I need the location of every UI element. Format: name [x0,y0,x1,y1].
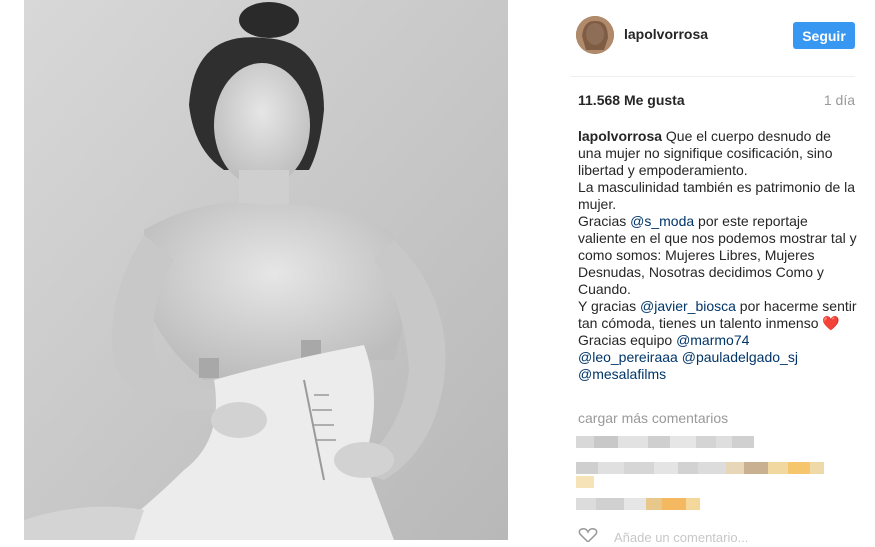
caption-text: Y gracias [578,298,640,314]
mention-link[interactable]: @mesalafilms [578,366,666,382]
action-bar: Añade un comentario... [578,528,855,545]
likes-count[interactable]: 11.568 Me gusta [578,92,685,108]
post-time[interactable]: 1 día [824,92,855,108]
caption-author[interactable]: lapolvorrosa [578,128,662,144]
mention-link[interactable]: @javier_biosca [640,298,736,314]
load-more-comments[interactable]: cargar más comentarios [578,410,728,426]
caption: lapolvorrosa Que el cuerpo desnudo de un… [578,128,858,383]
post-photo[interactable] [24,0,508,540]
blurred-comment [576,476,594,488]
mention-link[interactable]: @pauladelgado_sj [682,349,798,365]
blurred-comments [576,436,856,516]
blurred-comment [576,462,824,474]
post-image [24,0,508,540]
mention-link[interactable]: @leo_pereiraaa [578,349,678,365]
blurred-comment [576,436,754,448]
avatar[interactable] [576,16,614,54]
add-comment-input[interactable]: Añade un comentario... [614,530,748,545]
caption-text: Gracias equipo [578,332,677,348]
blurred-comment [576,498,700,510]
post-header: lapolvorrosa Seguir [570,0,855,77]
heart-emoji: ❤️ [822,315,840,331]
username[interactable]: lapolvorrosa [624,26,708,42]
mention-link[interactable]: @s_moda [630,213,694,229]
caption-text: Gracias [578,213,631,229]
caption-text: La masculinidad también es patrimonio de… [578,179,859,212]
follow-button[interactable]: Seguir [793,22,855,49]
avatar-image [576,16,614,54]
mention-link[interactable]: @marmo74 [676,332,749,348]
likes-row: 11.568 Me gusta 1 día [578,92,855,112]
